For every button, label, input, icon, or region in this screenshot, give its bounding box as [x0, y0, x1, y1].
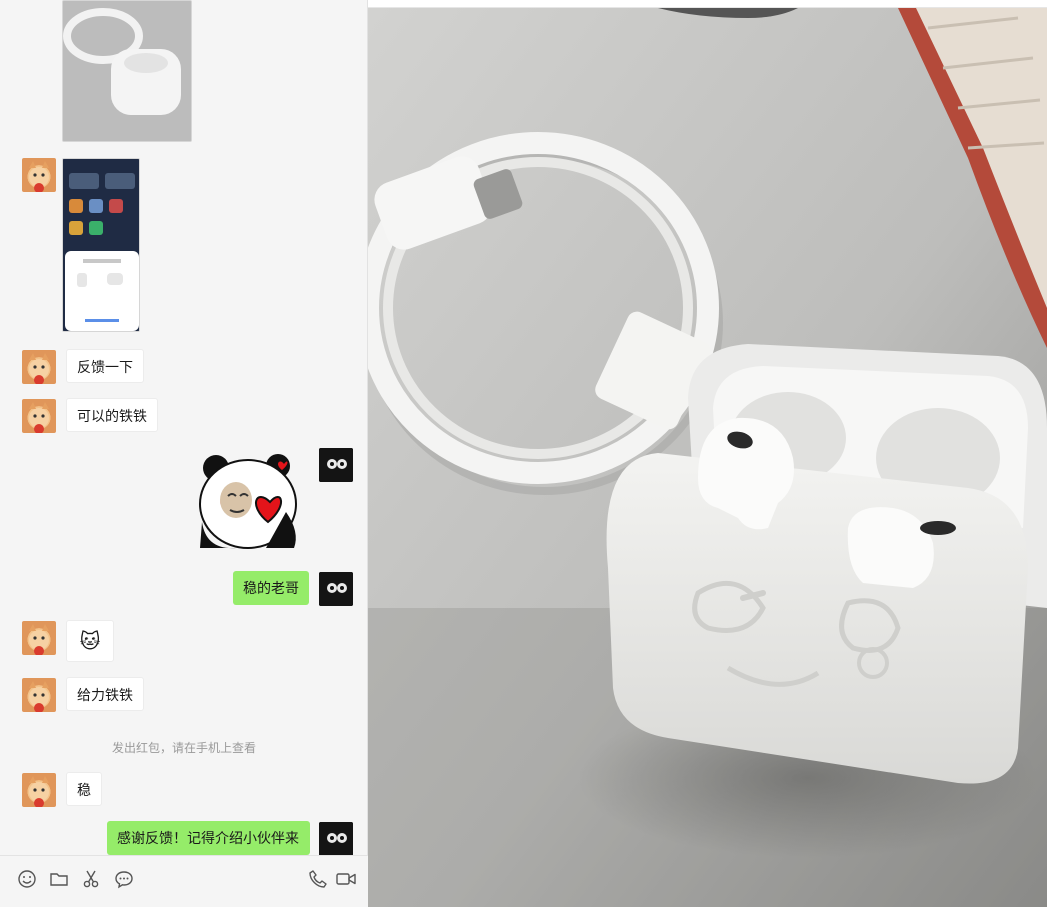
earbuds-case-photo[interactable] [368, 8, 1047, 907]
panda-sticker-image [199, 454, 297, 549]
contact-avatar[interactable] [22, 350, 56, 384]
received-emoji-bubble[interactable]: 🐱 [66, 620, 114, 662]
image-viewer[interactable] [368, 0, 1047, 907]
received-message-bubble[interactable]: 可以的铁铁 [66, 398, 158, 432]
chat-history-icon[interactable] [113, 868, 135, 890]
viewer-top-edge [368, 0, 1047, 8]
my-avatar[interactable] [319, 572, 353, 606]
phone-icon[interactable] [307, 868, 329, 890]
chat-pane: 反馈一下 可以的铁铁 稳的老哥 🐱 给力铁铁 发出红包，请在手机上查看 稳 感谢… [0, 0, 368, 907]
input-toolbar [0, 855, 368, 907]
cat-avatar-image [29, 353, 49, 384]
doge-emoji: 🐱 [79, 631, 101, 653]
my-avatar[interactable] [319, 822, 353, 855]
my-avatar[interactable] [319, 448, 353, 482]
sent-message-bubble[interactable]: 感谢反馈！记得介绍小伙伴来 [107, 821, 310, 855]
emoji-icon[interactable] [16, 868, 38, 890]
scissors-icon[interactable] [80, 868, 102, 890]
phone-screenshot-thumbnail[interactable] [62, 158, 140, 332]
cat-avatar-image [29, 161, 49, 192]
contact-avatar[interactable] [22, 158, 56, 192]
contact-avatar[interactable] [22, 399, 56, 433]
screenshot-image [63, 159, 139, 331]
dark-avatar-image [319, 448, 353, 482]
cat-avatar-image [29, 776, 49, 807]
wechat-window: 反馈一下 可以的铁铁 稳的老哥 🐱 给力铁铁 发出红包，请在手机上查看 稳 感谢… [0, 0, 1047, 907]
received-message-bubble[interactable]: 反馈一下 [66, 349, 144, 383]
video-call-icon[interactable] [335, 868, 357, 890]
cat-avatar-image [29, 402, 49, 433]
contact-avatar[interactable] [22, 773, 56, 807]
received-message-bubble[interactable]: 给力铁铁 [66, 677, 144, 711]
cat-avatar-image [29, 681, 49, 712]
sent-message-bubble[interactable]: 稳的老哥 [233, 571, 309, 605]
message-list[interactable]: 反馈一下 可以的铁铁 稳的老哥 🐱 给力铁铁 发出红包，请在手机上查看 稳 感谢… [0, 0, 368, 855]
contact-avatar[interactable] [22, 678, 56, 712]
received-message-bubble[interactable]: 稳 [66, 772, 102, 806]
panda-heart-sticker[interactable] [196, 452, 304, 550]
folder-icon[interactable] [48, 868, 70, 890]
contact-avatar[interactable] [22, 621, 56, 655]
cat-avatar-image [29, 624, 49, 655]
dark-avatar-image [319, 822, 353, 855]
thumbnail-image [63, 1, 191, 141]
dark-avatar-image [319, 572, 353, 606]
earbuds-photo-thumbnail[interactable] [62, 0, 192, 142]
system-notice: 发出红包，请在手机上查看 [111, 741, 256, 755]
